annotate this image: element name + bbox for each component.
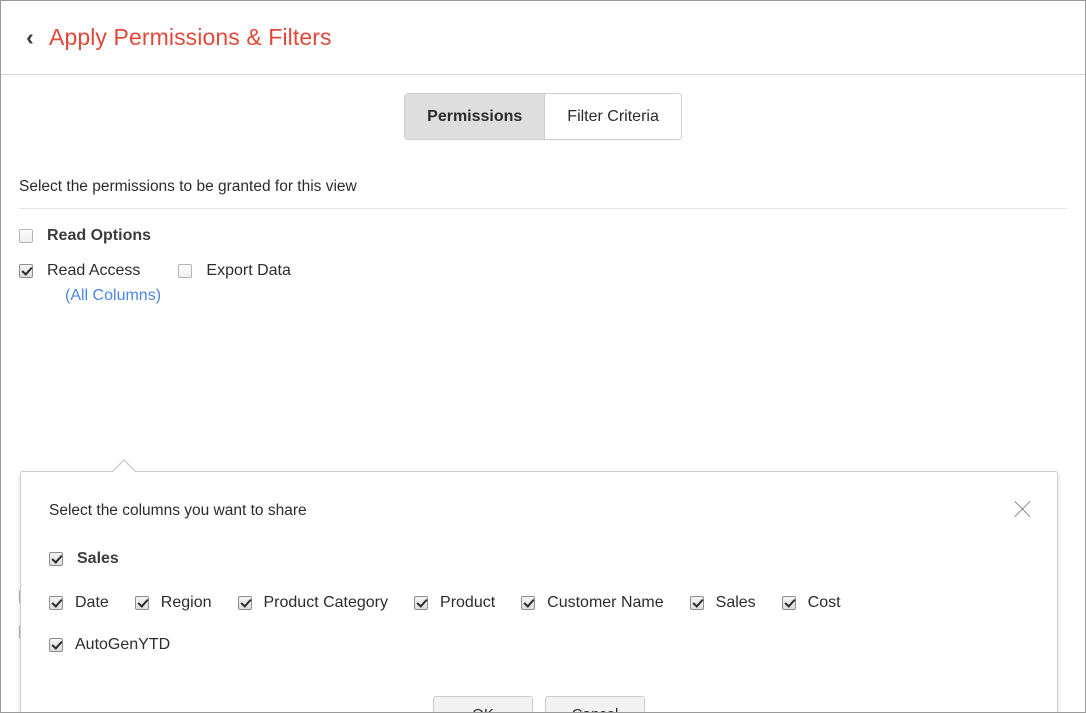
popover-actions: OK Cancel [49,696,1029,712]
checkbox-column-cost[interactable] [781,596,796,610]
column-item-product: Product [414,594,495,612]
close-icon[interactable] [1009,496,1035,522]
checkbox-column-sales[interactable] [689,596,704,610]
column-list-row-2: AutoGenYTD [49,636,1029,654]
label-column-cost: Cost [807,594,841,611]
label-column-customer-name: Customer Name [547,594,664,611]
checkbox-column-customer-name[interactable] [521,596,536,610]
column-item-cost: Cost [781,594,841,612]
permission-group-read-options: Read Options [19,227,1067,245]
tab-permissions[interactable]: Permissions [405,94,546,139]
popover-title: Select the columns you want to share [49,502,307,519]
checkbox-read-access[interactable] [19,264,33,278]
checkbox-read-options[interactable] [19,229,33,243]
page-header: ‹ Apply Permissions & Filters [1,1,1085,75]
permissions-panel: Select the permissions to be granted for… [1,140,1085,712]
column-item-region: Region [134,594,212,612]
column-group-sales: Sales [49,550,1029,568]
label-column-product-category: Product Category [263,594,389,611]
chevron-left-icon[interactable]: ‹ [19,25,41,51]
column-item-autogenytd: AutoGenYTD [49,636,170,654]
checkbox-column-autogenytd[interactable] [49,638,63,652]
permissions-intro: Select the permissions to be granted for… [19,140,1067,209]
checkbox-column-product[interactable] [414,596,429,610]
column-item-product-category: Product Category [237,594,389,612]
label-column-group-sales: Sales [77,550,119,567]
cancel-button[interactable]: Cancel [545,696,645,712]
label-read-access: Read Access [47,262,141,279]
tab-group: Permissions Filter Criteria [404,93,682,140]
permission-options-read: Read Access Export Data [19,262,1067,280]
checkbox-column-product-category[interactable] [237,596,252,610]
app-frame: ‹ Apply Permissions & Filters Permission… [0,0,1086,713]
tab-bar: Permissions Filter Criteria [1,75,1085,140]
label-read-options: Read Options [47,227,152,244]
label-column-autogenytd: AutoGenYTD [75,636,171,653]
checkbox-column-group-sales[interactable] [49,552,63,566]
column-item-customer-name: Customer Name [521,594,664,612]
ok-button[interactable]: OK [433,696,533,712]
popover-caret-icon [111,459,137,473]
link-all-columns[interactable]: (All Columns) [65,287,161,305]
checkbox-column-region[interactable] [134,596,149,610]
label-column-product: Product [440,594,496,611]
column-list-row-1: Date Region Product Category Product Cus… [49,594,1029,612]
column-item-date: Date [49,594,109,612]
tab-filter-criteria[interactable]: Filter Criteria [545,94,681,139]
label-column-date: Date [75,594,109,611]
column-item-sales: Sales [689,594,756,612]
checkbox-column-date[interactable] [49,596,63,610]
column-selection-popover: Select the columns you want to share Sal… [20,459,1058,712]
label-export-data: Export Data [206,262,291,279]
label-column-region: Region [160,594,212,611]
label-column-sales: Sales [715,594,756,611]
page-title: Apply Permissions & Filters [49,24,332,50]
checkbox-export-data[interactable] [178,264,193,278]
